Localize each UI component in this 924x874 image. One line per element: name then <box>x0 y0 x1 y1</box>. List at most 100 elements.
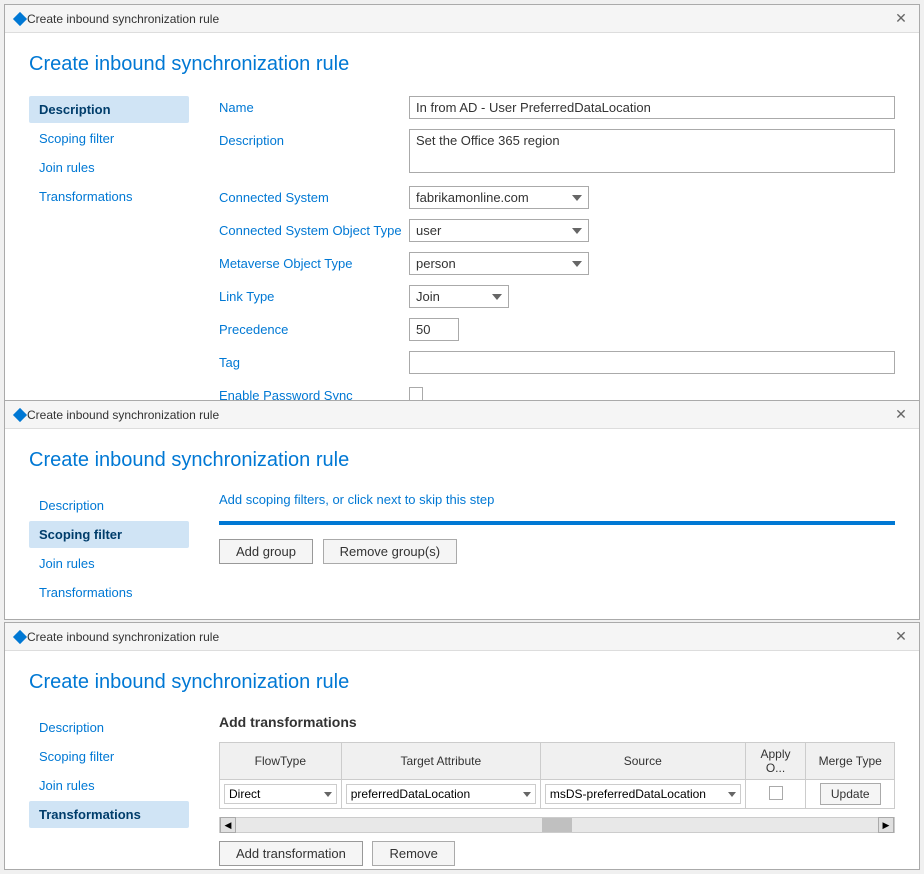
input-precedence[interactable] <box>409 318 459 341</box>
scoping-buttons: Add group Remove group(s) <box>219 539 895 564</box>
close-button-2[interactable]: ✕ <box>891 405 911 425</box>
select-link-type[interactable]: Join <box>409 285 509 308</box>
close-button-1[interactable]: ✕ <box>891 9 911 29</box>
scoping-instruction: Add scoping filters, or click next to sk… <box>219 492 895 507</box>
transform-table: FlowType Target Attribute Source Apply O… <box>219 742 895 809</box>
sidebar-item-description-2[interactable]: Description <box>29 492 189 519</box>
sidebar-2: Description Scoping filter Join rules Tr… <box>29 492 189 608</box>
input-tag[interactable] <box>409 351 895 374</box>
checkbox-eps[interactable] <box>409 387 423 401</box>
td-flowtype: Direct <box>220 780 342 809</box>
scroll-thumb[interactable] <box>542 818 572 832</box>
control-connected-system: fabrikamonline.com <box>409 186 895 209</box>
checkbox-apply-once[interactable] <box>769 786 783 800</box>
th-flowtype: FlowType <box>220 743 342 780</box>
table-row: Direct preferredDataLocation <box>220 780 895 809</box>
page-title-1: Create inbound synchronization rule <box>29 53 895 76</box>
label-csot: Connected System Object Type <box>219 219 409 238</box>
window-icon-2 <box>13 408 27 422</box>
sidebar-item-join-3[interactable]: Join rules <box>29 772 189 799</box>
select-flowtype[interactable]: Direct <box>224 784 337 804</box>
select-mot[interactable]: person <box>409 252 589 275</box>
window-title-2: Create inbound synchronization rule <box>27 408 891 422</box>
sidebar-item-description-3[interactable]: Description <box>29 714 189 741</box>
control-link-type: Join <box>409 285 895 308</box>
main-layout-1: Description Scoping filter Join rules Tr… <box>29 96 895 444</box>
content-area-1: Name Description Set the Office 365 regi… <box>219 96 895 444</box>
select-target-attribute[interactable]: preferredDataLocation <box>346 784 536 804</box>
page-title-2: Create inbound synchronization rule <box>29 449 895 472</box>
th-apply-once: Apply O... <box>745 743 806 780</box>
td-source: msDS-preferredDataLocation <box>540 780 745 809</box>
close-button-3[interactable]: ✕ <box>891 627 911 647</box>
main-layout-2: Description Scoping filter Join rules Tr… <box>29 492 895 608</box>
horizontal-scrollbar[interactable]: ◀ ▶ <box>219 817 895 833</box>
remove-groups-button[interactable]: Remove group(s) <box>323 539 457 564</box>
add-transformation-button[interactable]: Add transformation <box>219 841 363 866</box>
select-csot[interactable]: user <box>409 219 589 242</box>
label-name: Name <box>219 96 409 115</box>
add-transformations-title: Add transformations <box>219 714 895 730</box>
control-name <box>409 96 895 119</box>
sidebar-item-scoping-3[interactable]: Scoping filter <box>29 743 189 770</box>
sidebar-item-scoping-1[interactable]: Scoping filter <box>29 125 189 152</box>
sidebar-item-join-2[interactable]: Join rules <box>29 550 189 577</box>
content-area-2: Add scoping filters, or click next to sk… <box>219 492 895 608</box>
window-icon-3 <box>13 630 27 644</box>
page-title-3: Create inbound synchronization rule <box>29 671 895 694</box>
input-name[interactable] <box>409 96 895 119</box>
titlebar-3: Create inbound synchronization rule ✕ <box>5 623 919 651</box>
label-link-type: Link Type <box>219 285 409 304</box>
form-row-tag: Tag <box>219 351 895 374</box>
scroll-track <box>236 818 878 832</box>
sidebar-3: Description Scoping filter Join rules Tr… <box>29 714 189 866</box>
window-3: Create inbound synchronization rule ✕ Cr… <box>4 622 920 870</box>
scoping-text-link[interactable]: skip this step <box>419 492 494 507</box>
form-row-description: Description Set the Office 365 region <box>219 129 895 176</box>
window-content-3: Create inbound synchronization rule Desc… <box>5 651 919 870</box>
remove-button[interactable]: Remove <box>372 841 454 866</box>
sidebar-item-join-1[interactable]: Join rules <box>29 154 189 181</box>
table-header-row: FlowType Target Attribute Source Apply O… <box>220 743 895 780</box>
form-row-connected-system: Connected System fabrikamonline.com <box>219 186 895 209</box>
input-description[interactable]: Set the Office 365 region <box>409 129 895 173</box>
sidebar-item-transformations-3[interactable]: Transformations <box>29 801 189 828</box>
td-target-attribute: preferredDataLocation <box>341 780 540 809</box>
progress-bar-fill <box>219 521 895 525</box>
sidebar-item-description-1[interactable]: Description <box>29 96 189 123</box>
th-merge-type: Merge Type <box>806 743 895 780</box>
transformation-buttons: Add transformation Remove <box>219 841 895 866</box>
window-2: Create inbound synchronization rule ✕ Cr… <box>4 400 920 620</box>
label-connected-system: Connected System <box>219 186 409 205</box>
control-mot: person <box>409 252 895 275</box>
control-tag <box>409 351 895 374</box>
form-row-name: Name <box>219 96 895 119</box>
control-precedence <box>409 318 895 341</box>
control-description: Set the Office 365 region <box>409 129 895 176</box>
scroll-left-button[interactable]: ◀ <box>220 817 236 833</box>
label-description: Description <box>219 129 409 148</box>
merge-type-button[interactable]: Update <box>820 783 881 805</box>
sidebar-item-transformations-2[interactable]: Transformations <box>29 579 189 606</box>
add-group-button[interactable]: Add group <box>219 539 313 564</box>
select-source[interactable]: msDS-preferredDataLocation <box>545 784 741 804</box>
window-content-2: Create inbound synchronization rule Desc… <box>5 429 919 620</box>
sidebar-item-scoping-2[interactable]: Scoping filter <box>29 521 189 548</box>
sidebar-item-transformations-1[interactable]: Transformations <box>29 183 189 210</box>
form-row-precedence: Precedence <box>219 318 895 341</box>
control-csot: user <box>409 219 895 242</box>
form-row-csot: Connected System Object Type user <box>219 219 895 242</box>
th-source: Source <box>540 743 745 780</box>
label-tag: Tag <box>219 351 409 370</box>
td-merge-type: Update <box>806 780 895 809</box>
sidebar-1: Description Scoping filter Join rules Tr… <box>29 96 189 444</box>
select-connected-system[interactable]: fabrikamonline.com <box>409 186 589 209</box>
scoping-text-part1: Add scoping filters, or click next to <box>219 492 416 507</box>
titlebar-2: Create inbound synchronization rule ✕ <box>5 401 919 429</box>
form-row-mot: Metaverse Object Type person <box>219 252 895 275</box>
titlebar-1: Create inbound synchronization rule ✕ <box>5 5 919 33</box>
form-row-link-type: Link Type Join <box>219 285 895 308</box>
th-target-attribute: Target Attribute <box>341 743 540 780</box>
scroll-right-button[interactable]: ▶ <box>878 817 894 833</box>
progress-bar <box>219 521 895 525</box>
